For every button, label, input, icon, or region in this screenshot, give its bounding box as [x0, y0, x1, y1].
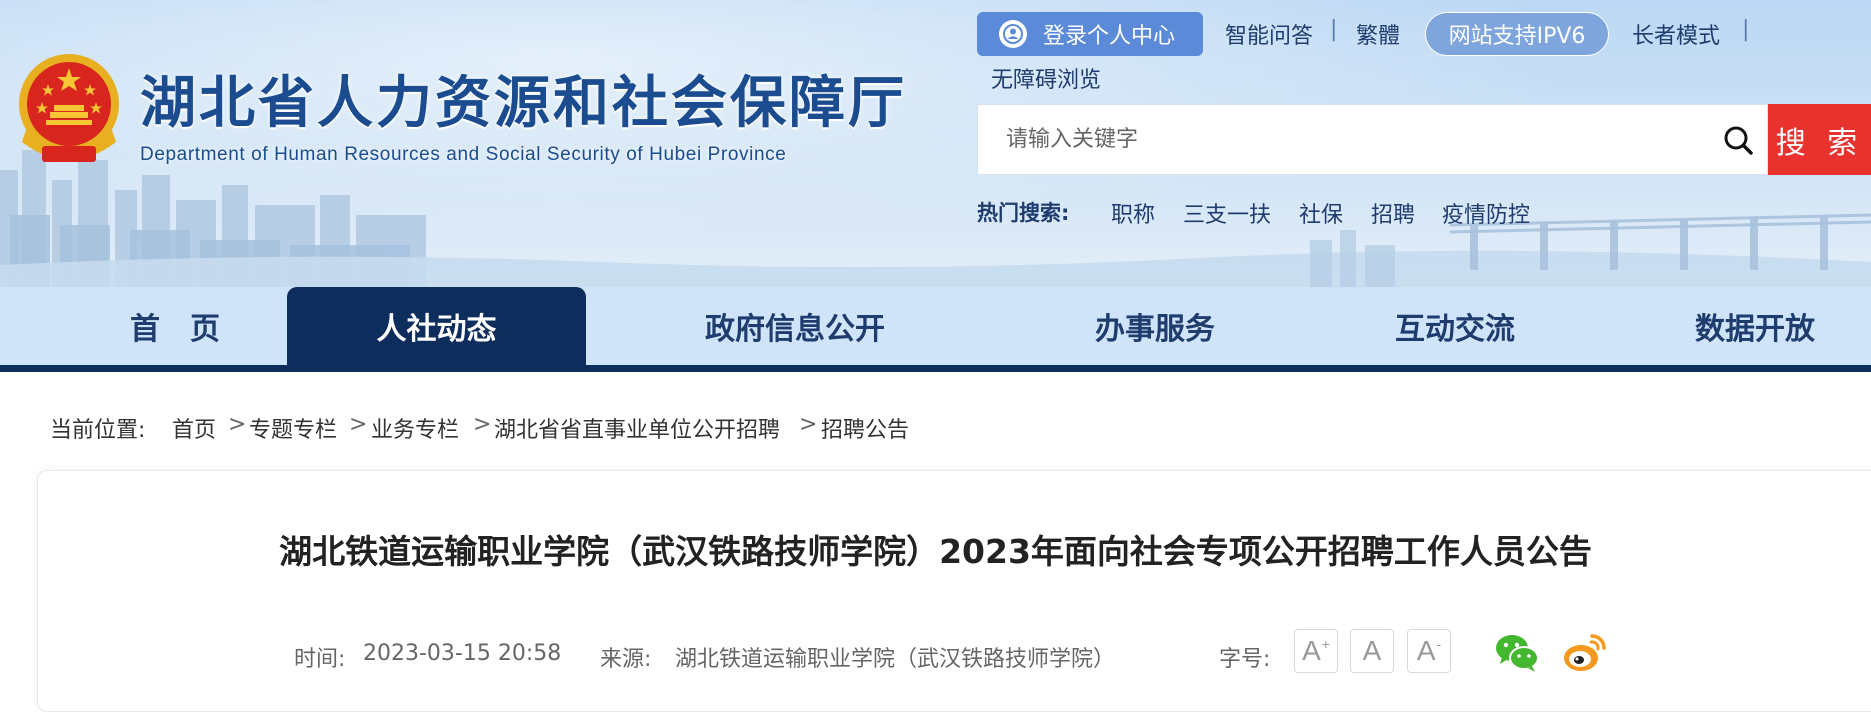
- nav-item-gov-info[interactable]: 政府信息公开: [660, 287, 930, 365]
- search-box: [977, 104, 1768, 175]
- breadcrumb-item[interactable]: 业务专栏: [371, 412, 459, 444]
- minus-sign: -: [1436, 636, 1442, 652]
- smart-qa-link[interactable]: 智能问答: [1225, 18, 1313, 50]
- article-title: 湖北铁道运输职业学院（武汉铁路技师学院）2023年面向社会专项公开招聘工作人员公…: [279, 532, 1592, 571]
- font-letter: A: [1362, 635, 1382, 666]
- breadcrumb-item[interactable]: 专题专栏: [249, 412, 337, 444]
- hot-search-item[interactable]: 职称: [1111, 197, 1155, 229]
- publish-time-label: 时间:: [294, 647, 346, 672]
- search-input[interactable]: [978, 105, 1678, 174]
- hot-search-item[interactable]: 三支一扶: [1183, 197, 1271, 229]
- site-subtitle-en: Department of Human Resources and Social…: [140, 144, 787, 165]
- nav-item-open-data[interactable]: 数据开放: [1640, 287, 1870, 365]
- elder-mode-link[interactable]: 长者模式: [1632, 18, 1720, 50]
- national-emblem-icon: [19, 54, 119, 162]
- breadcrumb-item[interactable]: 招聘公告: [821, 412, 909, 444]
- ipv6-support-badge[interactable]: 网站支持IPV6: [1425, 12, 1609, 56]
- nav-item-services[interactable]: 办事服务: [1040, 287, 1270, 365]
- nav-underline: [0, 365, 1871, 372]
- font-size-default-button[interactable]: A: [1350, 629, 1394, 673]
- hot-search-item[interactable]: 疫情防控: [1442, 197, 1530, 229]
- font-size-decrease-button[interactable]: A-: [1407, 629, 1451, 673]
- weibo-icon[interactable]: [1562, 630, 1608, 674]
- site-title: 湖北省人力资源和社会保障厅: [140, 70, 907, 136]
- publish-time-value: 2023-03-15 20:58: [363, 641, 562, 666]
- breadcrumb-separator: >: [473, 412, 492, 437]
- hot-search-item[interactable]: 社保: [1299, 197, 1343, 229]
- hot-search-label: 热门搜索:: [977, 201, 1070, 225]
- separator: |: [1742, 17, 1750, 42]
- plus-sign: +: [1321, 636, 1330, 652]
- login-personal-center-button[interactable]: 登录个人中心: [977, 12, 1203, 56]
- source-label: 来源:: [600, 647, 652, 672]
- hot-search-item[interactable]: 招聘: [1371, 197, 1415, 229]
- nav-item-interaction[interactable]: 互动交流: [1340, 287, 1570, 365]
- search-icon[interactable]: [1722, 124, 1754, 156]
- site-header: 湖北省人力资源和社会保障厅 Department of Human Resour…: [0, 0, 1871, 287]
- article-card: [37, 470, 1871, 712]
- traditional-chinese-link[interactable]: 繁體: [1356, 18, 1400, 50]
- breadcrumb-separator: >: [228, 412, 247, 437]
- wechat-icon[interactable]: [1494, 630, 1540, 674]
- breadcrumb-item[interactable]: 湖北省省直事业单位公开招聘: [494, 412, 780, 444]
- font-size-label: 字号:: [1219, 647, 1271, 672]
- font-size-increase-button[interactable]: A +: [1294, 629, 1338, 673]
- accessibility-link[interactable]: 无障碍浏览: [991, 62, 1101, 94]
- nav-item-hrss-news[interactable]: 人社动态: [287, 287, 586, 365]
- user-icon: [999, 20, 1027, 48]
- breadcrumb-item[interactable]: 首页: [172, 412, 216, 444]
- font-letter: A: [1302, 635, 1321, 666]
- separator: |: [1330, 17, 1338, 42]
- breadcrumb-label: 当前位置:: [50, 418, 146, 443]
- search-button[interactable]: 搜 索: [1768, 104, 1871, 175]
- login-label: 登录个人中心: [1043, 24, 1176, 49]
- nav-item-home[interactable]: 首 页: [60, 287, 290, 365]
- font-letter: A: [1416, 635, 1436, 666]
- breadcrumb-separator: >: [799, 412, 818, 437]
- breadcrumb-separator: >: [349, 412, 368, 437]
- source-value: 湖北铁道运输职业学院（武汉铁路技师学院）: [675, 647, 1116, 672]
